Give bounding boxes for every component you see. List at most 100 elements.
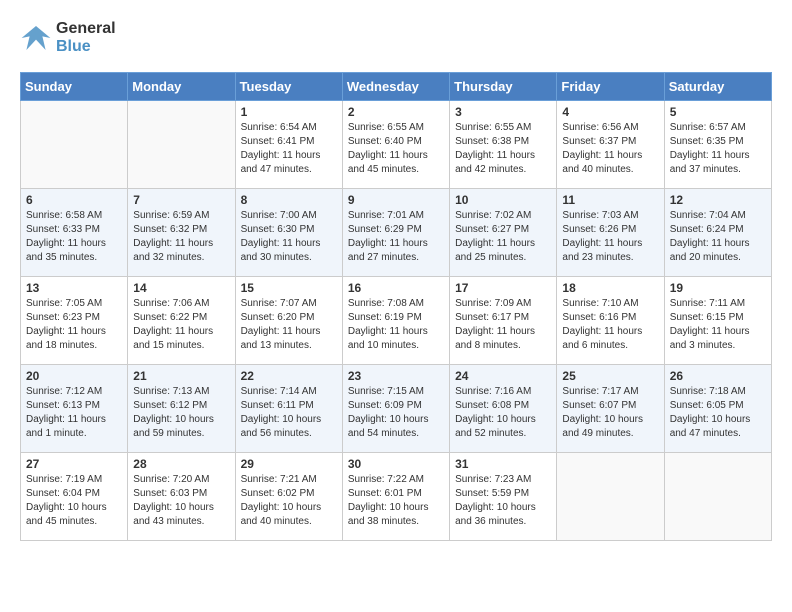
- calendar-cell: [557, 453, 664, 541]
- calendar-cell: 8Sunrise: 7:00 AM Sunset: 6:30 PM Daylig…: [235, 189, 342, 277]
- calendar-cell: 30 Sunrise: 7:22 AM Sunset: 6:01 PM Dayli…: [342, 453, 449, 541]
- day-number: 20: [26, 369, 122, 383]
- day-info: Sunrise: 6:55 AM Sunset: 6:38 PM Dayligh…: [455, 121, 551, 177]
- calendar-cell: 14Sunrise: 7:06 AM Sunset: 6:22 PM Dayli…: [128, 277, 235, 365]
- calendar-cell: 2Sunrise: 6:55 AM Sunset: 6:40 PM Daylig…: [342, 101, 449, 189]
- calendar-cell: 22 Sunrise: 7:14 AM Sunset: 6:11 PM Dayli…: [235, 365, 342, 453]
- calendar-cell: 12 Sunrise: 7:04 AM Sunset: 6:24 PM Dayli…: [664, 189, 771, 277]
- day-number: 19: [670, 281, 766, 295]
- day-info: Sunrise: 7:20 AM Sunset: 6:03 PM Dayligh…: [133, 473, 229, 529]
- day-number: 21: [133, 369, 229, 383]
- day-number: 7: [133, 193, 229, 207]
- day-info: Sunrise: 7:17 AM Sunset: 6:07 PM Dayligh…: [562, 385, 658, 441]
- day-info: Sunrise: 6:55 AM Sunset: 6:40 PM Dayligh…: [348, 121, 444, 177]
- day-info: Sunrise: 7:14 AM Sunset: 6:11 PM Dayligh…: [241, 385, 337, 441]
- day-info: Sunrise: 6:58 AM Sunset: 6:33 PM Dayligh…: [26, 209, 122, 265]
- calendar-cell: 25 Sunrise: 7:17 AM Sunset: 6:07 PM Dayli…: [557, 365, 664, 453]
- calendar-cell: 17Sunrise: 7:09 AM Sunset: 6:17 PM Dayli…: [450, 277, 557, 365]
- day-number: 17: [455, 281, 551, 295]
- day-number: 28: [133, 457, 229, 471]
- day-info: Sunrise: 7:06 AM Sunset: 6:22 PM Dayligh…: [133, 297, 229, 353]
- day-number: 23: [348, 369, 444, 383]
- day-number: 26: [670, 369, 766, 383]
- day-number: 30: [348, 457, 444, 471]
- day-info: Sunrise: 7:02 AM Sunset: 6:27 PM Dayligh…: [455, 209, 551, 265]
- weekday-header-row: SundayMondayTuesdayWednesdayThursdayFrid…: [21, 73, 772, 101]
- day-info: Sunrise: 7:03 AM Sunset: 6:26 PM Dayligh…: [562, 209, 658, 265]
- calendar-cell: 24 Sunrise: 7:16 AM Sunset: 6:08 PM Dayli…: [450, 365, 557, 453]
- day-number: 25: [562, 369, 658, 383]
- day-info: Sunrise: 7:11 AM Sunset: 6:15 PM Dayligh…: [670, 297, 766, 353]
- day-info: Sunrise: 7:16 AM Sunset: 6:08 PM Dayligh…: [455, 385, 551, 441]
- calendar-cell: 10 Sunrise: 7:02 AM Sunset: 6:27 PM Dayli…: [450, 189, 557, 277]
- day-number: 18: [562, 281, 658, 295]
- calendar-cell: [21, 101, 128, 189]
- calendar-cell: 31 Sunrise: 7:23 AM Sunset: 5:59 PM Dayli…: [450, 453, 557, 541]
- day-number: 4: [562, 105, 658, 119]
- week-row-1: 1Sunrise: 6:54 AM Sunset: 6:41 PM Daylig…: [21, 101, 772, 189]
- calendar-cell: 9 Sunrise: 7:01 AM Sunset: 6:29 PM Daylig…: [342, 189, 449, 277]
- calendar-cell: 15 Sunrise: 7:07 AM Sunset: 6:20 PM Dayli…: [235, 277, 342, 365]
- day-info: Sunrise: 7:23 AM Sunset: 5:59 PM Dayligh…: [455, 473, 551, 529]
- day-number: 13: [26, 281, 122, 295]
- calendar-table: SundayMondayTuesdayWednesdayThursdayFrid…: [20, 72, 772, 541]
- calendar-cell: 4 Sunrise: 6:56 AM Sunset: 6:37 PM Daylig…: [557, 101, 664, 189]
- day-info: Sunrise: 6:54 AM Sunset: 6:41 PM Dayligh…: [241, 121, 337, 177]
- calendar-cell: 19 Sunrise: 7:11 AM Sunset: 6:15 PM Dayli…: [664, 277, 771, 365]
- calendar-cell: 26 Sunrise: 7:18 AM Sunset: 6:05 PM Dayli…: [664, 365, 771, 453]
- day-info: Sunrise: 7:07 AM Sunset: 6:20 PM Dayligh…: [241, 297, 337, 353]
- calendar-cell: 5Sunrise: 6:57 AM Sunset: 6:35 PM Daylig…: [664, 101, 771, 189]
- calendar-cell: 18 Sunrise: 7:10 AM Sunset: 6:16 PM Dayli…: [557, 277, 664, 365]
- day-info: Sunrise: 7:08 AM Sunset: 6:19 PM Dayligh…: [348, 297, 444, 353]
- day-info: Sunrise: 7:19 AM Sunset: 6:04 PM Dayligh…: [26, 473, 122, 529]
- day-info: Sunrise: 7:22 AM Sunset: 6:01 PM Dayligh…: [348, 473, 444, 529]
- day-info: Sunrise: 7:13 AM Sunset: 6:12 PM Dayligh…: [133, 385, 229, 441]
- logo-icon: [20, 22, 52, 54]
- calendar-cell: 21 Sunrise: 7:13 AM Sunset: 6:12 PM Dayli…: [128, 365, 235, 453]
- day-number: 29: [241, 457, 337, 471]
- day-number: 16: [348, 281, 444, 295]
- week-row-3: 13 Sunrise: 7:05 AM Sunset: 6:23 PM Dayli…: [21, 277, 772, 365]
- day-number: 24: [455, 369, 551, 383]
- calendar-cell: 27Sunrise: 7:19 AM Sunset: 6:04 PM Dayli…: [21, 453, 128, 541]
- day-number: 12: [670, 193, 766, 207]
- weekday-header-thursday: Thursday: [450, 73, 557, 101]
- weekday-header-sunday: Sunday: [21, 73, 128, 101]
- weekday-header-friday: Friday: [557, 73, 664, 101]
- day-info: Sunrise: 7:15 AM Sunset: 6:09 PM Dayligh…: [348, 385, 444, 441]
- calendar-cell: 6 Sunrise: 6:58 AM Sunset: 6:33 PM Daylig…: [21, 189, 128, 277]
- calendar-cell: 20 Sunrise: 7:12 AM Sunset: 6:13 PM Dayli…: [21, 365, 128, 453]
- weekday-header-monday: Monday: [128, 73, 235, 101]
- day-info: Sunrise: 7:12 AM Sunset: 6:13 PM Dayligh…: [26, 385, 122, 441]
- day-number: 31: [455, 457, 551, 471]
- calendar-cell: 16 Sunrise: 7:08 AM Sunset: 6:19 PM Dayli…: [342, 277, 449, 365]
- calendar-cell: 29 Sunrise: 7:21 AM Sunset: 6:02 PM Dayli…: [235, 453, 342, 541]
- calendar-cell: 7Sunrise: 6:59 AM Sunset: 6:32 PM Daylig…: [128, 189, 235, 277]
- weekday-header-saturday: Saturday: [664, 73, 771, 101]
- calendar-cell: [664, 453, 771, 541]
- day-info: Sunrise: 7:04 AM Sunset: 6:24 PM Dayligh…: [670, 209, 766, 265]
- week-row-5: 27Sunrise: 7:19 AM Sunset: 6:04 PM Dayli…: [21, 453, 772, 541]
- week-row-2: 6 Sunrise: 6:58 AM Sunset: 6:33 PM Daylig…: [21, 189, 772, 277]
- day-number: 9: [348, 193, 444, 207]
- logo: General Blue: [20, 20, 116, 56]
- day-number: 5: [670, 105, 766, 119]
- day-number: 10: [455, 193, 551, 207]
- day-number: 15: [241, 281, 337, 295]
- day-number: 3: [455, 105, 551, 119]
- day-info: Sunrise: 6:56 AM Sunset: 6:37 PM Dayligh…: [562, 121, 658, 177]
- weekday-header-wednesday: Wednesday: [342, 73, 449, 101]
- day-info: Sunrise: 7:01 AM Sunset: 6:29 PM Dayligh…: [348, 209, 444, 265]
- day-info: Sunrise: 7:05 AM Sunset: 6:23 PM Dayligh…: [26, 297, 122, 353]
- day-number: 22: [241, 369, 337, 383]
- calendar-cell: [128, 101, 235, 189]
- weekday-header-tuesday: Tuesday: [235, 73, 342, 101]
- day-number: 8: [241, 193, 337, 207]
- page-header: General Blue: [20, 20, 772, 56]
- week-row-4: 20 Sunrise: 7:12 AM Sunset: 6:13 PM Dayli…: [21, 365, 772, 453]
- day-info: Sunrise: 7:18 AM Sunset: 6:05 PM Dayligh…: [670, 385, 766, 441]
- day-number: 6: [26, 193, 122, 207]
- calendar-cell: 3 Sunrise: 6:55 AM Sunset: 6:38 PM Daylig…: [450, 101, 557, 189]
- day-info: Sunrise: 7:10 AM Sunset: 6:16 PM Dayligh…: [562, 297, 658, 353]
- day-info: Sunrise: 7:21 AM Sunset: 6:02 PM Dayligh…: [241, 473, 337, 529]
